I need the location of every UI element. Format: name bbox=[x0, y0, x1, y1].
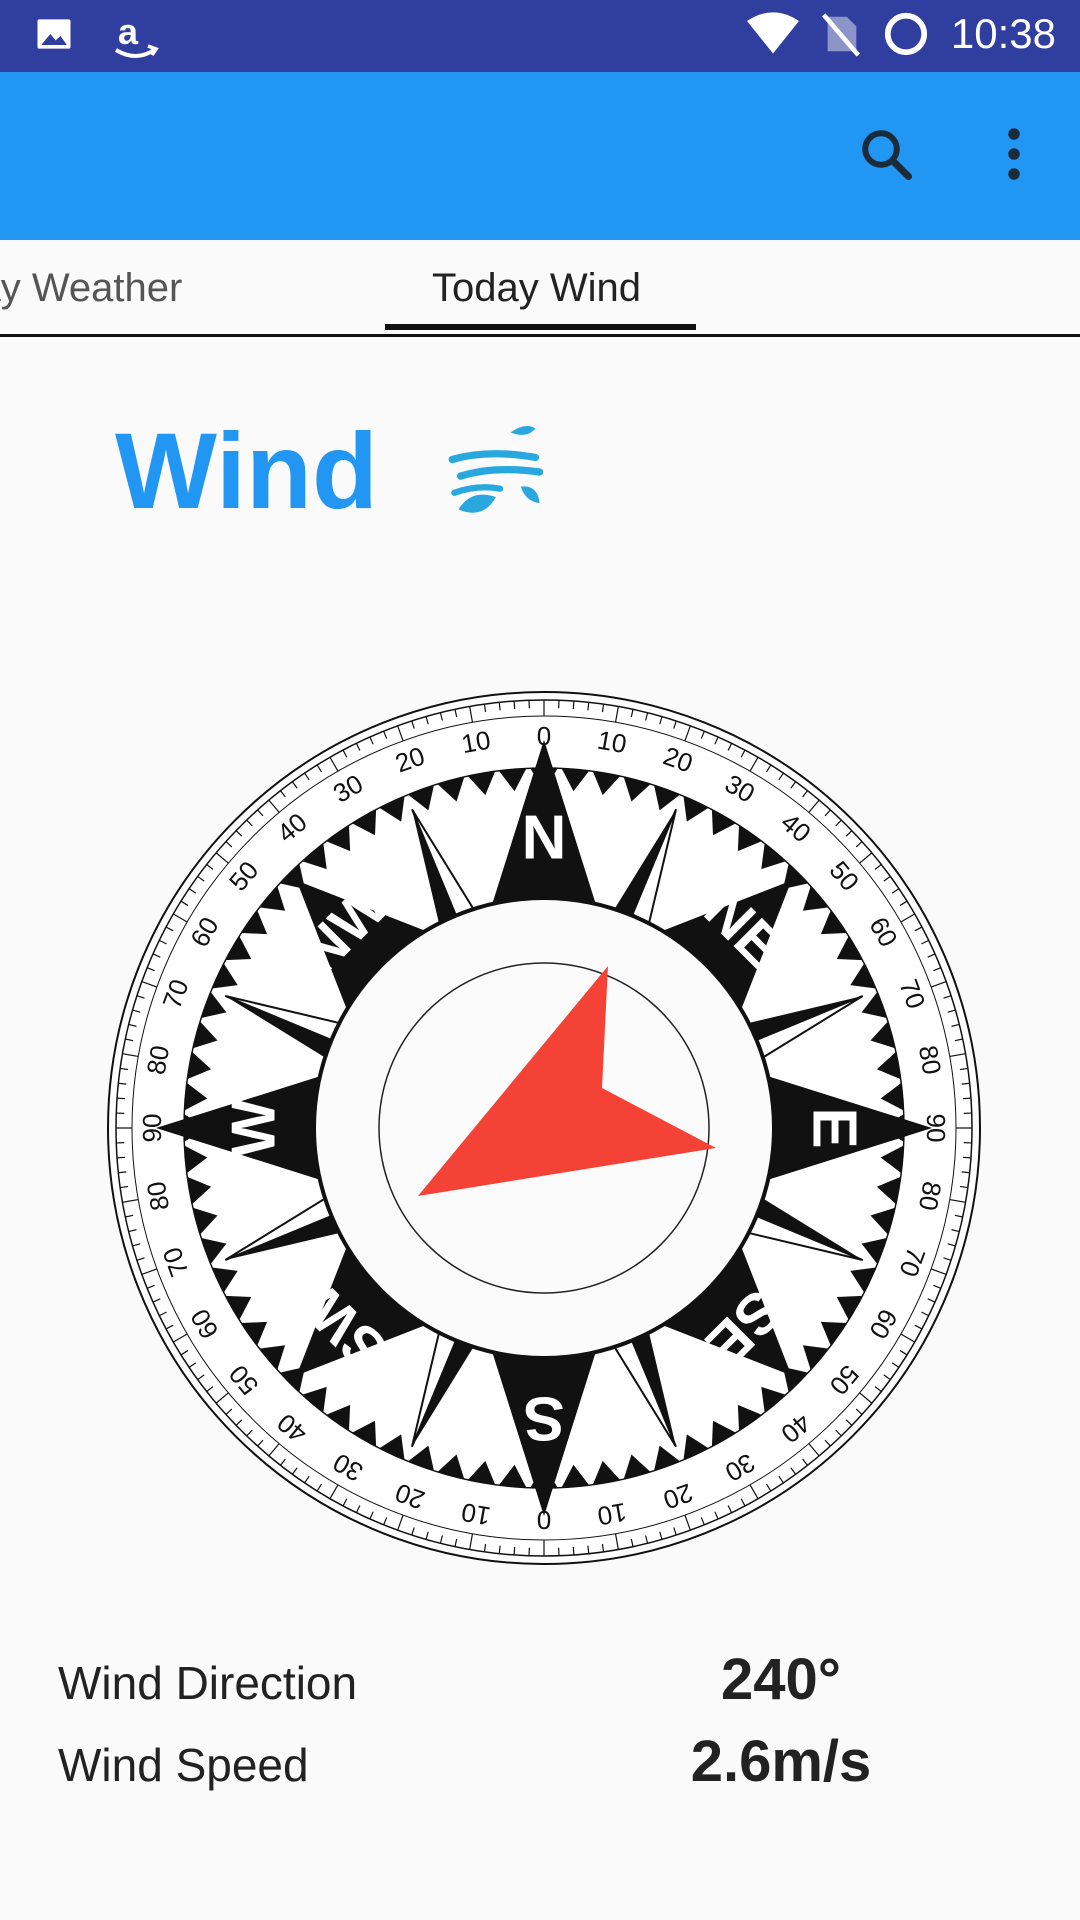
wind-title: Wind bbox=[115, 410, 378, 531]
no-sim-icon bbox=[821, 11, 861, 57]
tab-bar: Today Weather Today Wind bbox=[0, 240, 1080, 337]
tab-today-weather[interactable]: Today Weather bbox=[0, 266, 182, 311]
degree-label: 10 bbox=[459, 725, 493, 760]
wind-speed-label: Wind Speed bbox=[58, 1739, 309, 1791]
image-icon bbox=[32, 12, 76, 64]
search-icon[interactable] bbox=[856, 124, 916, 189]
cardinal-label-e: E bbox=[800, 1107, 869, 1148]
wind-direction-label: Wind Direction bbox=[58, 1657, 358, 1709]
degree-label: 90 bbox=[921, 1114, 951, 1143]
degree-label: 0 bbox=[537, 1505, 551, 1535]
cardinal-label-s: S bbox=[523, 1384, 564, 1453]
degree-label: 80 bbox=[141, 1043, 176, 1077]
compass-rose: 0 10 2030405060708090807060504030201001020… bbox=[107, 691, 981, 1565]
degree-label: 90 bbox=[137, 1114, 167, 1143]
wind-direction-value: 240° bbox=[721, 1647, 841, 1712]
more-vert-icon[interactable] bbox=[996, 124, 1032, 189]
wind-speed-value: 2.6m/s bbox=[690, 1729, 872, 1794]
status-bar: a 10:38 bbox=[0, 0, 1080, 72]
degree-label: 0 bbox=[537, 721, 551, 751]
degree-label: 10 bbox=[595, 1497, 629, 1532]
wifi-icon bbox=[746, 12, 799, 56]
app-bar bbox=[0, 72, 1080, 240]
degree-label: 10 bbox=[459, 1497, 493, 1532]
degree-label: 80 bbox=[913, 1043, 948, 1077]
degree-label: 80 bbox=[141, 1179, 176, 1213]
circle-status-icon bbox=[883, 11, 929, 57]
status-time: 10:38 bbox=[950, 10, 1056, 57]
cardinal-label-n: N bbox=[522, 803, 567, 872]
degree-label: 10 bbox=[595, 725, 629, 760]
tab-indicator bbox=[385, 324, 696, 330]
tab-today-wind[interactable]: Today Wind bbox=[432, 266, 641, 311]
svg-text:a: a bbox=[118, 12, 139, 52]
amazon-icon: a bbox=[112, 12, 160, 64]
cardinal-label-w: W bbox=[219, 1098, 288, 1157]
wind-leaves-icon bbox=[446, 420, 550, 529]
degree-label: 80 bbox=[913, 1179, 948, 1213]
